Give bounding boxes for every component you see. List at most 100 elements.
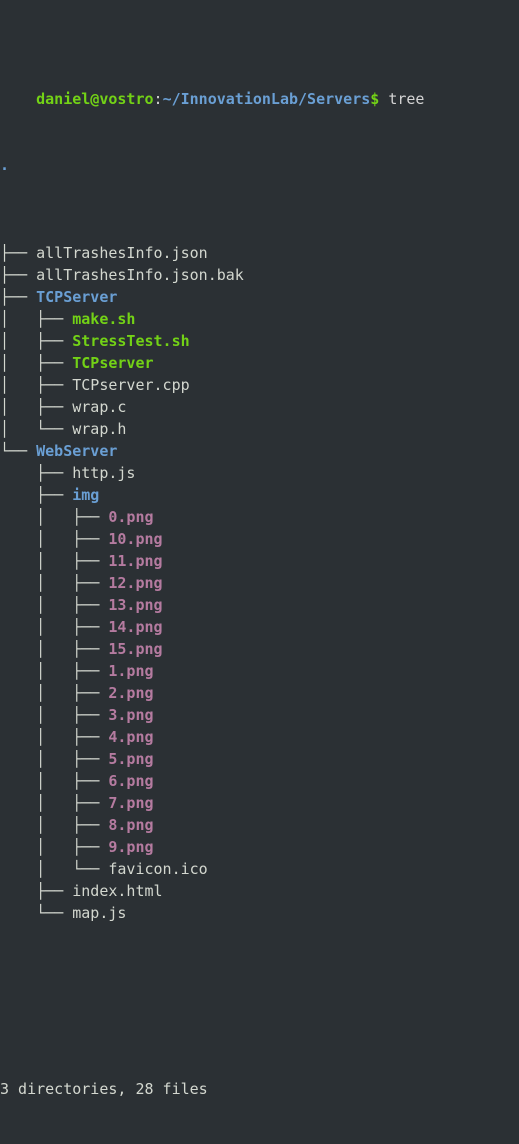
tree-entry-name-img: 7.png xyxy=(108,794,154,812)
tree-branch-glyph: │ ├── xyxy=(0,684,109,702)
tree-branch-glyph: │ ├── xyxy=(0,750,109,768)
tree-branch-glyph: └── xyxy=(0,904,73,922)
tree-branch-glyph: ├── xyxy=(0,464,73,482)
tree-entry: │ ├── 11.png xyxy=(0,550,519,572)
tree-entry-name-img: 2.png xyxy=(108,684,154,702)
tree-entry: │ └── favicon.ico xyxy=(0,858,519,880)
tree-entry-name-dir: TCPServer xyxy=(36,288,118,306)
tree-entry: ├── TCPServer xyxy=(0,286,519,308)
prompt-line: daniel@vostro:~/InnovationLab/Servers$ t… xyxy=(0,66,519,108)
tree-entry-name-img: 13.png xyxy=(108,596,163,614)
tree-entry: │ ├── 4.png xyxy=(0,726,519,748)
tree-entry: │ ├── StressTest.sh xyxy=(0,330,519,352)
tree-entry: └── map.js xyxy=(0,902,519,924)
tree-entry-name-img: 12.png xyxy=(108,574,163,592)
tree-entry: │ ├── 0.png xyxy=(0,506,519,528)
tree-entry: │ ├── 14.png xyxy=(0,616,519,638)
tree-entry-name-img: 9.png xyxy=(108,838,154,856)
tree-entry: │ ├── 7.png xyxy=(0,792,519,814)
tree-entry: ├── http.js xyxy=(0,462,519,484)
tree-branch-glyph: │ ├── xyxy=(0,728,109,746)
tree-entry-name-img: 11.png xyxy=(108,552,163,570)
tree-branch-glyph: │ ├── xyxy=(0,552,109,570)
tree-branch-glyph: ├── xyxy=(0,288,37,306)
prompt-separator: : xyxy=(153,90,163,108)
tree-branch-glyph: │ ├── xyxy=(0,574,109,592)
prompt-command: tree xyxy=(388,90,425,108)
tree-branch-glyph: │ ├── xyxy=(0,640,109,658)
tree-entry-name-exec: make.sh xyxy=(72,310,136,328)
tree-summary-line: 3 directories, 28 files xyxy=(0,1078,519,1100)
tree-branch-glyph: │ ├── xyxy=(0,596,109,614)
tree-branch-glyph: │ ├── xyxy=(0,376,73,394)
tree-entry-name-img: 6.png xyxy=(108,772,154,790)
tree-branch-glyph: │ ├── xyxy=(0,816,109,834)
tree-entry-name-exec: TCPserver xyxy=(72,354,154,372)
tree-entry-name-img: 0.png xyxy=(108,508,154,526)
tree-entry-name-file: map.js xyxy=(72,904,127,922)
tree-branch-glyph: │ ├── xyxy=(0,706,109,724)
tree-entry: └── WebServer xyxy=(0,440,519,462)
tree-branch-glyph: │ ├── xyxy=(0,838,109,856)
tree-branch-glyph: │ └── xyxy=(0,860,109,878)
tree-entry-name-file: index.html xyxy=(72,882,163,900)
tree-entry: ├── img xyxy=(0,484,519,506)
tree-output: ├── allTrashesInfo.json ├── allTrashesInf… xyxy=(0,242,519,924)
tree-entry: │ ├── 1.png xyxy=(0,660,519,682)
tree-entry: │ ├── 9.png xyxy=(0,836,519,858)
tree-entry-name-file: favicon.ico xyxy=(108,860,208,878)
tree-branch-glyph: │ ├── xyxy=(0,398,73,416)
tree-branch-glyph: │ ├── xyxy=(0,332,73,350)
prompt-user-host: daniel@vostro xyxy=(36,90,154,108)
tree-entry: │ ├── 13.png xyxy=(0,594,519,616)
tree-entry: ├── allTrashesInfo.json xyxy=(0,242,519,264)
tree-branch-glyph: │ └── xyxy=(0,420,73,438)
tree-entry: │ ├── 10.png xyxy=(0,528,519,550)
tree-entry: │ ├── 3.png xyxy=(0,704,519,726)
tree-entry-name-img: 14.png xyxy=(108,618,163,636)
tree-entry: │ ├── 12.png xyxy=(0,572,519,594)
tree-entry: │ ├── TCPserver xyxy=(0,352,519,374)
tree-entry-name-file: TCPserver.cpp xyxy=(72,376,190,394)
tree-entry: │ ├── wrap.c xyxy=(0,396,519,418)
prompt-path: ~/InnovationLab/Servers xyxy=(162,90,371,108)
tree-root-label: . xyxy=(0,156,10,174)
tree-entry-name-img: 10.png xyxy=(108,530,163,548)
tree-branch-glyph: ├── xyxy=(0,486,73,504)
tree-entry-name-img: 5.png xyxy=(108,750,154,768)
tree-entry: ├── allTrashesInfo.json.bak xyxy=(0,264,519,286)
tree-root: . xyxy=(0,154,519,176)
tree-entry: │ ├── 15.png xyxy=(0,638,519,660)
tree-branch-glyph: │ ├── xyxy=(0,618,109,636)
tree-summary: 3 directories, 28 files xyxy=(0,1080,208,1098)
prompt-symbol: $ xyxy=(370,90,380,108)
tree-branch-glyph: │ ├── xyxy=(0,508,109,526)
tree-entry-name-file: allTrashesInfo.json xyxy=(36,244,208,262)
tree-entry-name-file: wrap.c xyxy=(72,398,127,416)
tree-branch-glyph: ├── xyxy=(0,882,73,900)
tree-entry: ├── index.html xyxy=(0,880,519,902)
tree-branch-glyph: │ ├── xyxy=(0,530,109,548)
tree-branch-glyph: ├── xyxy=(0,266,37,284)
tree-entry-name-img: 15.png xyxy=(108,640,163,658)
tree-branch-glyph: ├── xyxy=(0,244,37,262)
tree-branch-glyph: │ ├── xyxy=(0,354,73,372)
tree-entry-name-img: 1.png xyxy=(108,662,154,680)
tree-entry-name-img: 3.png xyxy=(108,706,154,724)
tree-branch-glyph: │ ├── xyxy=(0,662,109,680)
tree-entry-name-img: 4.png xyxy=(108,728,154,746)
tree-entry: │ ├── 2.png xyxy=(0,682,519,704)
tree-entry-name-exec: StressTest.sh xyxy=(72,332,190,350)
tree-entry-name-dir: WebServer xyxy=(36,442,118,460)
tree-entry: │ ├── TCPserver.cpp xyxy=(0,374,519,396)
tree-branch-glyph: │ ├── xyxy=(0,310,73,328)
tree-entry-name-file: http.js xyxy=(72,464,136,482)
tree-branch-glyph: │ ├── xyxy=(0,794,109,812)
tree-entry: │ ├── make.sh xyxy=(0,308,519,330)
tree-branch-glyph: └── xyxy=(0,442,37,460)
tree-branch-glyph: │ ├── xyxy=(0,772,109,790)
tree-entry-name-dir: img xyxy=(72,486,100,504)
tree-entry: │ ├── 8.png xyxy=(0,814,519,836)
terminal-window[interactable]: daniel@vostro:~/InnovationLab/Servers$ t… xyxy=(0,0,519,1098)
tree-entry-name-img: 8.png xyxy=(108,816,154,834)
